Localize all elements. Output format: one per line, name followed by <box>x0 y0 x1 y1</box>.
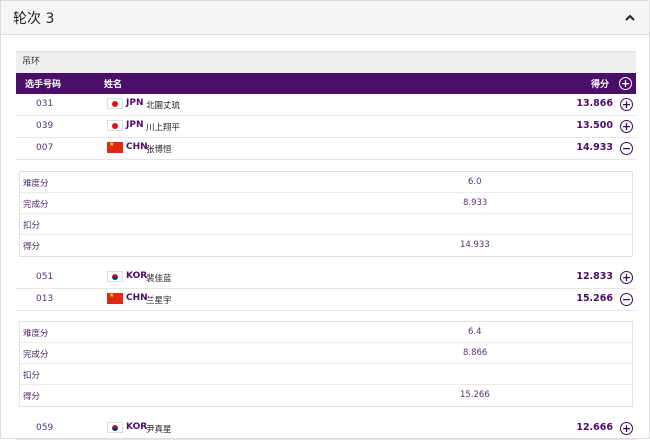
round-panel: 轮次 3 吊环 选手号码 姓名 得分 + 031 JPN 北園丈琉 13.866… <box>0 0 650 440</box>
table-row[interactable]: 051 KOR 裴佳蓝 12.833 + <box>16 267 636 289</box>
apparatus-title: 吊环 <box>16 51 636 73</box>
column-name: 姓名 <box>104 80 123 90</box>
expand-all-plus-icon[interactable]: + <box>619 77 632 90</box>
athlete-name[interactable]: 川上翔平 <box>146 121 180 133</box>
detail-row-total: 得分 14.933 <box>20 235 632 256</box>
bib-number: 051 <box>36 272 54 282</box>
round-title: 轮次 3 <box>13 10 55 27</box>
flag-jpn-icon <box>107 120 123 131</box>
table-row[interactable]: 039 JPN 川上翔平 13.500 + <box>16 116 636 138</box>
table-row[interactable]: 031 JPN 北園丈琉 13.866 + <box>16 94 636 116</box>
detail-label: 扣分 <box>23 371 41 381</box>
score-detail: 难度分 6.4 完成分 8.866 扣分 得分 15.266 <box>19 321 633 407</box>
noc-code: JPN <box>126 120 144 130</box>
athlete-name[interactable]: 兰星宇 <box>146 294 172 306</box>
chevron-up-icon[interactable] <box>625 14 635 22</box>
athlete-name[interactable]: 尹真星 <box>146 423 172 435</box>
bib-number: 059 <box>36 423 54 433</box>
flag-kor-icon <box>107 422 123 433</box>
bib-number: 031 <box>36 99 54 109</box>
plus-circle-icon[interactable]: + <box>620 422 633 435</box>
detail-value: 14.933 <box>460 240 490 250</box>
bib-number: 007 <box>36 143 54 153</box>
results-table-header: 选手号码 姓名 得分 + <box>16 73 636 94</box>
flag-kor-icon <box>107 271 123 282</box>
detail-value: 15.266 <box>460 390 490 400</box>
table-row[interactable]: 059 KOR 尹真星 12.666 + <box>16 418 636 440</box>
detail-row-penalty: 扣分 <box>20 214 632 235</box>
plus-circle-icon[interactable]: + <box>620 98 633 111</box>
detail-value: 8.866 <box>463 348 488 358</box>
noc-code: JPN <box>126 98 144 108</box>
round-header[interactable]: 轮次 3 <box>1 1 649 35</box>
minus-circle-icon[interactable]: − <box>620 142 633 155</box>
athlete-name[interactable]: 裴佳蓝 <box>146 272 172 284</box>
detail-row-execution: 完成分 8.933 <box>20 193 632 214</box>
minus-circle-icon[interactable]: − <box>620 293 633 306</box>
detail-row-total: 得分 15.266 <box>20 385 632 406</box>
detail-value: 6.0 <box>468 177 482 187</box>
athlete-score: 14.933 <box>576 142 613 153</box>
column-bib: 选手号码 <box>25 80 62 90</box>
flag-chn-icon <box>107 292 123 304</box>
detail-value: 8.933 <box>463 198 488 208</box>
athlete-score: 13.500 <box>576 120 613 131</box>
noc-code: CHN <box>126 142 148 152</box>
table-row[interactable]: 007 CHN 张博恒 14.933 − <box>16 138 636 160</box>
flag-jpn-icon <box>107 98 123 109</box>
score-detail: 难度分 6.0 完成分 8.933 扣分 得分 14.933 <box>19 171 633 257</box>
athlete-name[interactable]: 北園丈琉 <box>146 99 180 111</box>
noc-code: KOR <box>126 271 148 281</box>
flag-chn-icon <box>107 141 123 153</box>
athlete-score: 12.833 <box>576 271 613 282</box>
plus-circle-icon[interactable]: + <box>620 120 633 133</box>
detail-row-difficulty: 难度分 6.4 <box>20 322 632 343</box>
detail-row-difficulty: 难度分 6.0 <box>20 172 632 193</box>
noc-code: KOR <box>126 422 148 432</box>
athlete-score: 15.266 <box>576 293 613 304</box>
detail-value: 6.4 <box>468 327 482 337</box>
detail-row-penalty: 扣分 <box>20 364 632 385</box>
table-row[interactable]: 013 CHN 兰星宇 15.266 − <box>16 289 636 311</box>
detail-label: 扣分 <box>23 221 41 231</box>
noc-code: CHN <box>126 293 148 303</box>
athlete-name[interactable]: 张博恒 <box>146 143 172 155</box>
athlete-score: 12.666 <box>576 422 613 433</box>
bib-number: 039 <box>36 121 54 131</box>
athlete-score: 13.866 <box>576 98 613 109</box>
plus-circle-icon[interactable]: + <box>620 271 633 284</box>
detail-row-execution: 完成分 8.866 <box>20 343 632 364</box>
bib-number: 013 <box>36 294 54 304</box>
column-score: 得分 <box>590 80 609 90</box>
